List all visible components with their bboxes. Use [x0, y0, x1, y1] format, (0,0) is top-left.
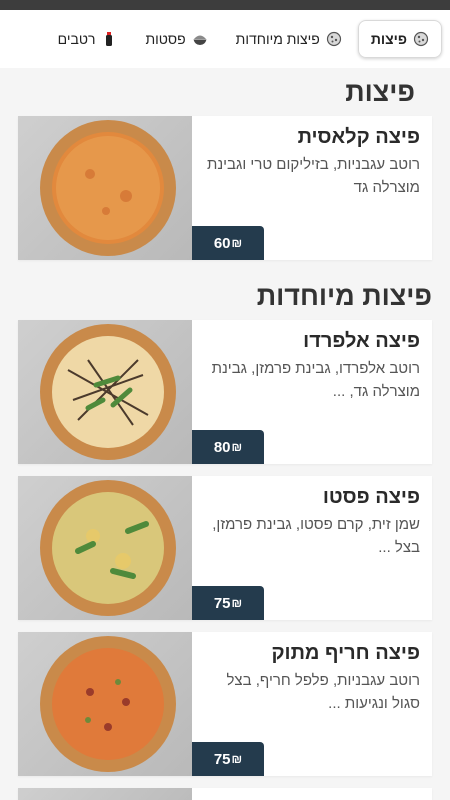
tab-label: רטבים: [57, 31, 96, 47]
pizza-image: [18, 632, 192, 776]
menu-item-description: רוטב עגבניות, בזיליקום טרי וגבינת מוצרלה…: [206, 156, 420, 196]
section-title-special-pizzas: פיצות מיוחדות: [256, 281, 432, 311]
currency-symbol: ₪: [231, 596, 243, 610]
tab-label: פיצות: [370, 31, 407, 47]
pizza-icon: [326, 31, 342, 47]
currency-symbol: ₪: [231, 440, 243, 454]
currency-symbol: ₪: [231, 752, 243, 766]
tab-pastas[interactable]: פסטות: [133, 20, 219, 58]
pizza-image: [18, 320, 192, 464]
menu-item-name: פיצה פסטו: [322, 486, 420, 508]
price-badge: 75 ₪: [192, 742, 264, 776]
menu-item-description: שמן זית, קרם פסטו, גבינת פרמזן, בצל ...: [212, 516, 420, 556]
currency-symbol: ₪: [231, 236, 243, 250]
price-value: 60: [213, 234, 231, 252]
tab-sauces[interactable]: רטבים: [46, 20, 130, 58]
menu-item-info: פיצה חריף מתוק רוטב עגבניות, פלפל חריף, …: [192, 632, 432, 776]
price-badge: 60 ₪: [192, 226, 264, 260]
sauce-bottle-icon: [101, 31, 117, 47]
price-value: 75: [213, 750, 231, 768]
menu-item-name: פיצה חריף מתוק: [271, 642, 420, 664]
tab-label: פסטות: [145, 31, 186, 47]
menu-item-card[interactable]: פיצה קלאסית רוטב עגבניות, בזיליקום טרי ו…: [18, 116, 432, 260]
pizza-image: [18, 788, 192, 800]
menu-item-info: פיצה קלאסית רוטב עגבניות, בזיליקום טרי ו…: [192, 116, 432, 260]
tab-label: פיצות מיוחדות: [235, 31, 320, 47]
menu-item-name: פיצה אלפרדו: [303, 330, 420, 352]
category-tabs: פיצות פיצות מיוחדות פסטות רטבים: [0, 10, 450, 68]
tab-pizzas[interactable]: פיצות: [357, 20, 442, 58]
menu-item-card[interactable]: פיצה חריף מתוק רוטב עגבניות, פלפל חריף, …: [18, 632, 432, 776]
pasta-bowl-icon: [192, 31, 208, 47]
menu-item-name: פיצה קלאסית: [297, 126, 420, 148]
menu-item-info: פיצה פסטו שמן זית, קרם פסטו, גבינת פרמזן…: [192, 476, 432, 620]
menu-item-card[interactable]: [18, 788, 432, 800]
menu-item-info: [192, 788, 432, 800]
menu-item-description: רוטב עגבניות, פלפל חריף, בצל סגול ונגיעו…: [226, 672, 420, 712]
pizza-image: [18, 476, 192, 620]
menu-item-card[interactable]: פיצה פסטו שמן זית, קרם פסטו, גבינת פרמזן…: [18, 476, 432, 620]
menu-content: פיצות פיצה קלאסית רוטב עגבניות, בזיליקום…: [0, 68, 450, 800]
section-title-pizzas: פיצות: [345, 77, 415, 107]
status-bar: [0, 0, 450, 10]
menu-item-info: פיצה אלפרדו רוטב אלפרדו, גבינת פרמזן, גב…: [192, 320, 432, 464]
pizza-icon: [413, 31, 429, 47]
price-value: 80: [213, 438, 231, 456]
pizza-image: [18, 116, 192, 260]
menu-item-card[interactable]: פיצה אלפרדו רוטב אלפרדו, גבינת פרמזן, גב…: [18, 320, 432, 464]
tab-special-pizzas[interactable]: פיצות מיוחדות: [224, 20, 354, 58]
price-value: 75: [213, 594, 231, 612]
menu-item-description: רוטב אלפרדו, גבינת פרמזן, גבינת מוצרלה ג…: [211, 360, 420, 400]
price-badge: 75 ₪: [192, 586, 264, 620]
price-badge: 80 ₪: [192, 430, 264, 464]
